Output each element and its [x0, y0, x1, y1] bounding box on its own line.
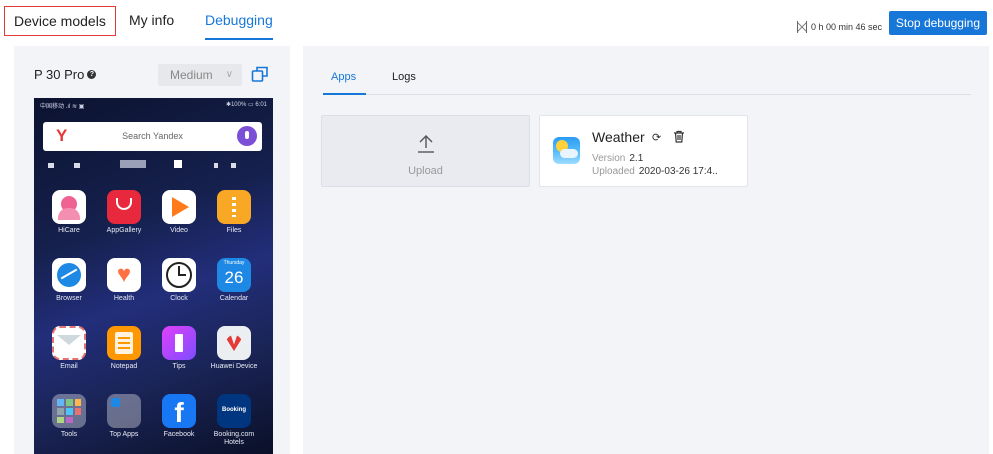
- hourglass-icon: [796, 21, 807, 33]
- app-label: Browser: [56, 295, 82, 302]
- device-preview-panel: P 30 Pro ? Medium ∨ 中国移动 .ıl ≋ ▣ ✱100% ▭…: [14, 46, 290, 454]
- browser-icon: [52, 258, 86, 292]
- hicare-icon: [52, 190, 86, 224]
- phone-search-bar[interactable]: Y Search Yandex: [43, 122, 262, 151]
- timer-text: 0 h 00 min 46 sec: [810, 22, 882, 32]
- trash-icon[interactable]: [673, 130, 685, 143]
- app-label: Health: [113, 295, 135, 302]
- version-value: 2.1: [629, 153, 644, 164]
- tab-device-models[interactable]: Device models: [4, 6, 116, 36]
- app-label: Huawei Device: [210, 363, 258, 370]
- app-label: Tips: [172, 363, 186, 370]
- app-card-weather: Weather ⟳ Version 2.1 Uploaded 2020-03-26 …: [539, 115, 748, 187]
- size-select[interactable]: Medium ∨: [158, 64, 242, 86]
- tips-icon: [162, 326, 196, 360]
- app-label: Email: [60, 363, 78, 370]
- upload-card[interactable]: Upload: [321, 115, 530, 187]
- app-files[interactable]: Files: [207, 190, 261, 235]
- rotate-screen-icon[interactable]: [251, 65, 269, 83]
- weather-app-icon: [553, 137, 580, 164]
- top-apps-folder-icon: [107, 394, 141, 428]
- video-icon: [162, 190, 196, 224]
- app-label: Tools: [60, 431, 78, 438]
- stop-debugging-button[interactable]: Stop debugging: [888, 11, 987, 35]
- search-placeholder: Search Yandex: [122, 131, 183, 141]
- tab-apps[interactable]: Apps: [331, 71, 356, 83]
- app-booking[interactable]: Booking Booking.com Hotels: [207, 394, 261, 447]
- version-label: Version: [592, 153, 626, 164]
- app-video[interactable]: Video: [152, 190, 206, 235]
- app-label: Files: [226, 227, 242, 234]
- app-label: Notepad: [110, 363, 138, 370]
- clock-widget-fragment: [34, 156, 273, 168]
- notepad-icon: [107, 326, 141, 360]
- upload-arrow-icon: [418, 135, 434, 153]
- app-label: HiCare: [58, 227, 80, 234]
- files-icon: [217, 190, 251, 224]
- huawei-device-icon: [217, 326, 251, 360]
- app-version-row: Version 2.1: [592, 153, 643, 164]
- size-select-value: Medium: [170, 68, 213, 82]
- appgallery-icon: [107, 190, 141, 224]
- upload-label: Upload: [408, 165, 443, 177]
- app-label: Booking.com Hotels: [213, 431, 255, 446]
- app-label: Clock: [170, 295, 188, 302]
- app-label: Facebook: [163, 431, 195, 438]
- facebook-icon: f: [162, 394, 196, 428]
- app-hicare[interactable]: HiCare: [42, 190, 96, 235]
- reinstall-icon[interactable]: ⟳: [652, 131, 661, 144]
- tools-folder-icon: [52, 394, 86, 428]
- help-icon[interactable]: ?: [87, 70, 97, 79]
- tab-my-info[interactable]: My info: [129, 6, 174, 36]
- app-browser[interactable]: Browser: [42, 258, 96, 303]
- app-clock[interactable]: Clock: [152, 258, 206, 303]
- device-name: P 30 Pro ?: [34, 67, 97, 82]
- app-label: Top Apps: [109, 431, 139, 438]
- uploaded-label: Uploaded: [592, 166, 635, 177]
- uploaded-value: 2020-03-26 17:4..: [638, 166, 718, 177]
- phone-status-bar: 中国移动 .ıl ≋ ▣ ✱100% ▭ 6:01: [34, 98, 273, 112]
- debug-apps-panel: Apps Logs Upload Weather ⟳ Version 2.1 Up…: [303, 46, 989, 454]
- app-top-apps[interactable]: Top Apps: [97, 394, 151, 439]
- tab-underline: [323, 93, 971, 95]
- device-name-label: P 30 Pro: [34, 67, 85, 82]
- booking-icon: Booking: [217, 394, 251, 428]
- health-icon: ♥: [107, 258, 141, 292]
- tab-logs[interactable]: Logs: [392, 71, 416, 83]
- microphone-icon[interactable]: [237, 126, 257, 146]
- app-tools[interactable]: Tools: [42, 394, 96, 439]
- app-tips[interactable]: Tips: [152, 326, 206, 371]
- top-navigation: Device models My info Debugging 0 h 00 m…: [0, 0, 993, 44]
- app-card-title: Weather: [592, 129, 645, 145]
- app-health[interactable]: ♥ Health: [97, 258, 151, 303]
- status-right: ✱100% ▭ 6:01: [225, 102, 267, 108]
- clock-icon: [162, 258, 196, 292]
- debug-timer: 0 h 00 min 46 sec: [796, 21, 882, 33]
- calendar-icon: Thursday 26: [217, 258, 251, 292]
- app-appgallery[interactable]: AppGallery: [97, 190, 151, 235]
- status-left: 中国移动 .ıl ≋ ▣: [40, 104, 85, 110]
- app-label: Calendar: [219, 295, 249, 302]
- app-calendar[interactable]: Thursday 26 Calendar: [207, 258, 261, 303]
- app-huawei-device[interactable]: Huawei Device: [207, 326, 261, 371]
- app-facebook[interactable]: f Facebook: [152, 394, 206, 439]
- app-uploaded-row: Uploaded 2020-03-26 17:4..: [592, 166, 718, 177]
- app-notepad[interactable]: Notepad: [97, 326, 151, 371]
- app-label: AppGallery: [106, 227, 142, 234]
- app-label: Video: [170, 227, 188, 234]
- phone-screen[interactable]: 中国移动 .ıl ≋ ▣ ✱100% ▭ 6:01 Y Search Yande…: [34, 98, 273, 454]
- email-icon: [52, 326, 86, 360]
- chevron-down-icon: ∨: [225, 69, 233, 80]
- app-email[interactable]: Email: [42, 326, 96, 371]
- tab-debugging[interactable]: Debugging: [205, 6, 273, 40]
